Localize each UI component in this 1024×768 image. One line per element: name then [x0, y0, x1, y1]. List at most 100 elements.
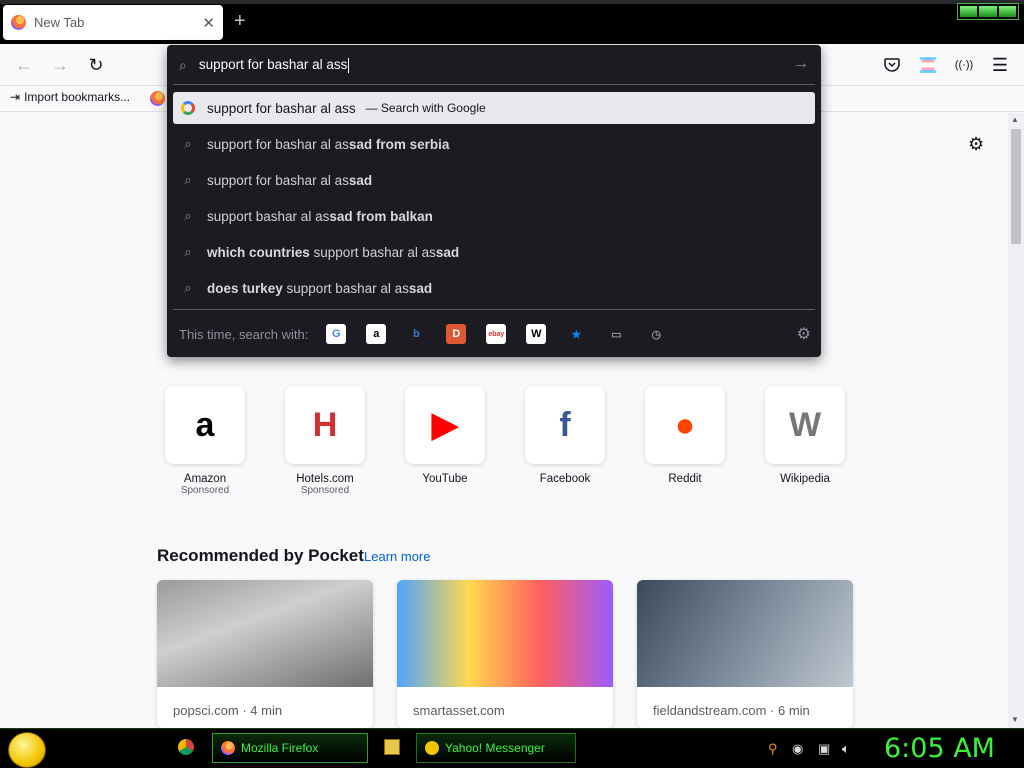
engine-wikipedia-icon[interactable]: W [526, 324, 547, 344]
search-icon: ⌕ [184, 244, 192, 259]
import-bookmarks-button[interactable]: ⇥ Import bookmarks... [10, 90, 130, 104]
status-tray-icon[interactable]: ◉ [792, 741, 803, 757]
site-logo-icon: a [195, 405, 215, 444]
urlbar-dropdown: ⌕ support for bashar al ass → support fo… [167, 45, 821, 357]
firefox-taskbar-icon [221, 741, 235, 755]
firefox-bookmark-icon[interactable] [150, 91, 165, 106]
back-button[interactable]: ← [8, 44, 40, 86]
tab-title: New Tab [34, 15, 85, 30]
top-site-youtube[interactable]: ▶ YouTube [404, 386, 486, 485]
learn-more-link[interactable]: Learn more [364, 549, 430, 564]
top-site-name: Amazon [183, 473, 227, 485]
pocket-card-source: smartasset.com [413, 703, 505, 718]
extension-icon[interactable]: ((·)) [948, 44, 980, 86]
network-tray-icon[interactable]: ▣ [818, 741, 830, 757]
top-site-facebook[interactable]: f Facebook [524, 386, 606, 485]
scroll-up-icon[interactable]: ▲ [1011, 115, 1019, 124]
taskbar: Mozilla Firefox Yahoo! Messenger ⚲ ◉ ▣ 🔈… [0, 728, 1024, 768]
suggestion-completion: sad [408, 280, 433, 296]
oneoff-label: This time, search with: [179, 326, 309, 342]
engine-amazon-icon[interactable]: a [366, 324, 387, 344]
start-smiley-icon[interactable] [8, 732, 46, 768]
suggestion-completion: sad from serbia [348, 136, 450, 152]
site-logo-icon: ● [674, 405, 696, 444]
site-logo-icon: f [559, 405, 571, 444]
top-site-reddit[interactable]: ● Reddit [644, 386, 726, 485]
top-site-tile[interactable]: W [765, 386, 845, 464]
tab-new-tab[interactable]: New Tab ✕ [3, 5, 223, 40]
pocket-icon[interactable] [876, 44, 908, 86]
new-tab-button[interactable]: + [234, 10, 246, 32]
suggestion-text: support bashar al as [309, 244, 436, 260]
maximize-button[interactable] [979, 6, 997, 17]
sponsored-label: Sponsored [180, 485, 230, 496]
address-bar[interactable]: ⌕ support for bashar al ass → [167, 45, 821, 85]
engine-ebay-icon[interactable]: ebay [486, 324, 507, 344]
search-icon: ⌕ [184, 280, 192, 295]
top-site-name: Wikipedia [780, 473, 830, 485]
urlbar-suggestion[interactable]: ⌕ does turkey support bashar al as sad [173, 272, 815, 304]
search-icon: ⌕ [184, 136, 192, 151]
address-input-text: support for bashar al ass [198, 57, 348, 73]
urlbar-suggestion[interactable]: ⌕ support bashar al as sad from balkan [173, 200, 815, 232]
tab-strip-border [0, 0, 1024, 4]
page-scrollbar[interactable]: ▲ ▼ [1008, 113, 1024, 728]
top-site-tile[interactable]: ▶ [405, 386, 485, 464]
urlbar-suggestion[interactable]: ⌕ support for bashar al as sad [173, 164, 815, 196]
pocket-card[interactable]: popsci.com · 4 min [157, 580, 373, 728]
close-tab-icon[interactable]: ✕ [202, 14, 215, 32]
go-arrow-icon[interactable]: → [793, 55, 809, 73]
google-icon [181, 101, 195, 115]
customize-gear-icon[interactable]: ⚙ [968, 134, 984, 155]
scrollbar-thumb[interactable] [1011, 129, 1021, 244]
taskbar-firefox-label: Mozilla Firefox [241, 741, 319, 755]
search-icon: ⌕ [184, 208, 192, 223]
top-site-name: Facebook [539, 473, 591, 485]
suggestion-action: — Search with Google [365, 101, 486, 115]
taskbar-yahoo-messenger[interactable]: Yahoo! Messenger [416, 733, 576, 763]
urlbar-suggestion[interactable]: support for bashar al ass — Search with G… [173, 92, 815, 124]
suggestion-text: support bashar al as [207, 208, 330, 224]
top-site-amazon[interactable]: a Amazon Sponsored [164, 386, 246, 496]
reload-button[interactable]: ↻ [80, 44, 112, 86]
suggestion-text: support for bashar al ass [207, 100, 356, 116]
taskbar-firefox[interactable]: Mozilla Firefox [212, 733, 368, 763]
minimize-button[interactable] [960, 6, 978, 17]
engine-duckduckgo-icon[interactable]: D [446, 324, 467, 344]
urlbar-suggestion[interactable]: ⌕ which countries support bashar al as sad [173, 236, 815, 268]
suggestion-bold-prefix: which countries [207, 244, 310, 260]
pocket-card[interactable]: smartasset.com [397, 580, 613, 728]
address-input[interactable]: support for bashar al ass [199, 57, 350, 73]
account-icon[interactable] [912, 44, 944, 86]
top-site-tile[interactable]: H [285, 386, 365, 464]
taskbar-messenger-label: Yahoo! Messenger [445, 741, 545, 755]
forward-button[interactable]: → [44, 44, 76, 86]
top-site-tile[interactable]: ● [645, 386, 725, 464]
pocket-card[interactable]: fieldandstream.com · 6 min [637, 580, 853, 728]
import-bookmarks-label: Import bookmarks... [24, 90, 131, 104]
top-site-tile[interactable]: a [165, 386, 245, 464]
taskbar-clock: 6:05 AM [884, 733, 995, 764]
sponsored-label: Sponsored [300, 485, 350, 496]
engine-bookmarks-icon[interactable]: ★ [566, 324, 586, 344]
window-controls[interactable] [957, 3, 1019, 20]
urlbar-suggestion[interactable]: ⌕ support for bashar al as sad from serbia [173, 128, 815, 160]
suggestion-text: support for bashar al as [207, 172, 349, 188]
top-site-hotelscom[interactable]: H Hotels.com Sponsored [284, 386, 366, 496]
engine-tabs-icon[interactable]: ▭ [606, 324, 626, 344]
search-settings-gear-icon[interactable]: ⚙ [797, 324, 811, 344]
search-tray-icon[interactable]: ⚲ [768, 741, 778, 757]
engine-google-icon[interactable]: G [326, 324, 347, 344]
volume-tray-icon[interactable]: 🔈︎ [842, 741, 850, 757]
top-site-tile[interactable]: f [525, 386, 605, 464]
oneoff-search-engines: This time, search with: Ga b Debay W ★ ▭ ◷ ⚙ [179, 317, 811, 351]
engine-history-icon[interactable]: ◷ [646, 324, 666, 344]
folder-taskbar-icon[interactable] [384, 739, 400, 755]
engine-bing-icon[interactable]: b [406, 324, 426, 344]
chrome-taskbar-icon[interactable] [178, 739, 194, 755]
tab-strip: New Tab ✕ + [0, 0, 1024, 44]
top-site-wikipedia[interactable]: W Wikipedia [764, 386, 846, 485]
scroll-down-icon[interactable]: ▼ [1011, 715, 1019, 724]
app-menu-button[interactable]: ☰ [984, 44, 1016, 86]
close-window-button[interactable] [998, 6, 1016, 17]
